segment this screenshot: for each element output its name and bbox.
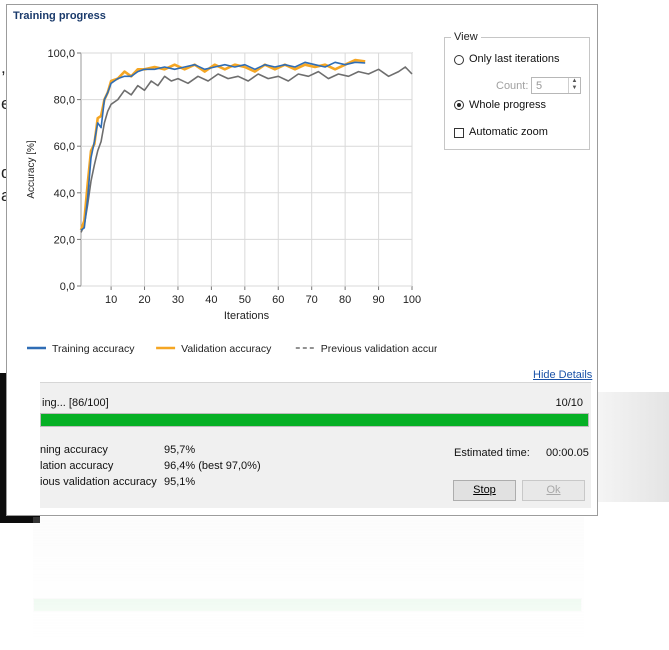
ok-button-label: Ok (546, 484, 561, 496)
stop-button[interactable]: Stop (453, 480, 516, 501)
automatic-zoom-label[interactable]: Automatic zoom (469, 126, 548, 138)
y-axis-title: Accuracy [%] (26, 140, 37, 199)
whole-progress-radio[interactable] (454, 100, 464, 110)
count-label: Count: (496, 80, 529, 92)
plot-area (80, 52, 413, 287)
training-accuracy-label: ning accuracy (40, 444, 108, 456)
reflection-progress-bar (33, 598, 582, 612)
view-group-label: View (451, 31, 481, 43)
legend-label: Validation accuracy (181, 343, 272, 355)
y-tick-label: 80,0 (54, 95, 75, 107)
previous-validation-accuracy-value: 95,1% (164, 476, 196, 488)
automatic-zoom-checkbox[interactable] (454, 128, 464, 138)
previous-validation-accuracy-label: ious validation accuracy (40, 476, 157, 488)
legend-label: Training accuracy (52, 343, 135, 355)
y-tick-label: 0,0 (60, 281, 75, 293)
x-axis-title: Iterations (224, 310, 270, 322)
x-tick-label: 30 (172, 294, 184, 306)
only-last-iterations-label[interactable]: Only last iterations (469, 53, 559, 65)
y-tick-label: 20,0 (54, 234, 75, 246)
window-reflection (33, 517, 584, 642)
reflection-progress-fill (34, 599, 581, 611)
count-value: 5 (536, 80, 543, 92)
y-tick-label: 40,0 (54, 188, 75, 200)
x-tick-label: 50 (239, 294, 251, 306)
whole-progress-label[interactable]: Whole progress (469, 99, 546, 111)
count-spinner[interactable]: 5 ▲ ▼ (531, 77, 581, 94)
x-tick-label: 10 (105, 294, 117, 306)
x-tick-label: 80 (339, 294, 351, 306)
estimated-time-value: 00:00.05 (546, 447, 589, 459)
progress-status-text: ing... [86/100] (42, 397, 109, 409)
training-progress-chart: 10 20 30 40 50 60 70 80 90 100 0,0 20,0 40,0 60,0 80,0… (26, 48, 437, 355)
y-tick-label: 60,0 (54, 141, 75, 153)
ok-button[interactable]: Ok (522, 480, 585, 501)
x-tick-label: 40 (205, 294, 217, 306)
y-tick-label: 100,0 (47, 48, 75, 60)
estimated-time-label: Estimated time: (454, 447, 530, 459)
window-title: Training progress (13, 10, 106, 22)
progress-panel: ing... [86/100] 10/10 ning accuracy 95,7… (40, 382, 591, 508)
validation-accuracy-value: 96,4% (best 97,0%) (164, 460, 261, 472)
x-tick-label: 70 (306, 294, 318, 306)
x-tick-label: 90 (372, 294, 384, 306)
only-last-iterations-radio[interactable] (454, 55, 464, 65)
legend-label: Previous validation accuracy (321, 343, 437, 355)
validation-accuracy-label: lation accuracy (40, 460, 114, 472)
training-accuracy-value: 95,7% (164, 444, 196, 456)
spinner-arrows-icon[interactable]: ▲ ▼ (568, 78, 580, 93)
training-progress-window: Training progress 10 20 30 40 50 60 70 80 90 100 0… (6, 4, 598, 516)
hide-details-link[interactable]: Hide Details (533, 369, 592, 381)
progress-count: 10/10 (555, 397, 583, 409)
progress-bar (40, 413, 589, 427)
x-tick-label: 20 (138, 294, 150, 306)
x-tick-label: 100 (403, 294, 421, 306)
stop-button-label: Stop (473, 484, 496, 496)
x-tick-label: 60 (272, 294, 284, 306)
progress-bar-fill (41, 414, 588, 426)
